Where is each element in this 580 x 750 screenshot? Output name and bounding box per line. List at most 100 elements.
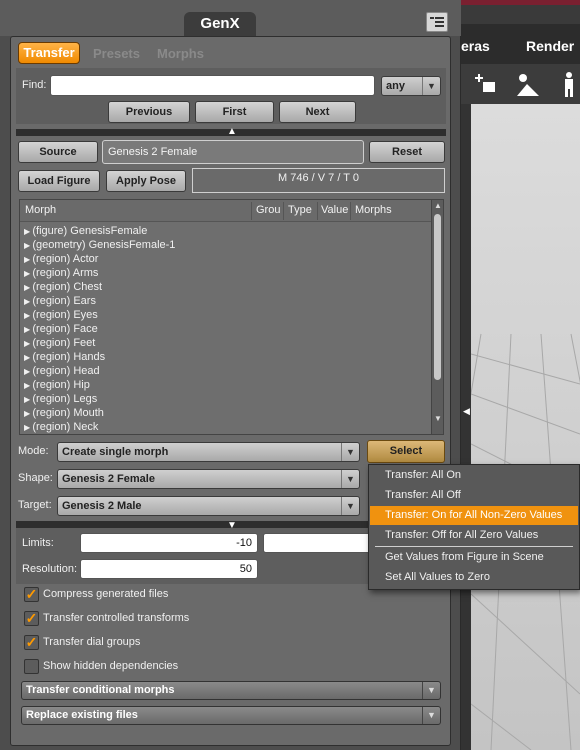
column-separator[interactable] [251, 202, 252, 220]
row-label: (region) Actor [32, 253, 99, 265]
panel-options-button[interactable] [426, 12, 448, 32]
scroll-down-icon[interactable]: ▼ [434, 414, 442, 423]
menu-item[interactable]: Transfer: Off for All Zero Values [370, 526, 578, 545]
shape-label: Shape: [18, 472, 53, 484]
menu-item[interactable]: Transfer: All Off [370, 486, 578, 505]
target-value: Genesis 2 Male [62, 500, 142, 512]
checkbox[interactable]: ✓ [24, 611, 39, 626]
viewport-toolbar [461, 64, 580, 104]
checkbox-label[interactable]: Show hidden dependencies [43, 660, 178, 672]
table-row[interactable]: ▶ (region) Legs [24, 392, 97, 406]
table-row[interactable]: ▶ (figure) GenesisFemale [24, 224, 147, 238]
scroll-thumb[interactable] [434, 214, 441, 380]
resolution-label: Resolution: [22, 563, 78, 575]
limits-max-input[interactable] [263, 533, 383, 553]
first-button[interactable]: First [195, 101, 274, 123]
column-morph[interactable]: Morph [25, 204, 56, 216]
checkbox-label[interactable]: Compress generated files [43, 588, 168, 600]
table-row[interactable]: ▶ (region) Arms [24, 266, 98, 280]
node-add-icon[interactable] [473, 70, 501, 98]
table-scrollbar[interactable]: ▲ ▼ [431, 200, 443, 434]
checkbox-label[interactable]: Transfer controlled transforms [43, 612, 189, 624]
row-label: (figure) GenesisFemale [32, 225, 148, 237]
resolution-input[interactable]: 50 [80, 559, 258, 579]
collapse-up-icon: ▲ [227, 126, 237, 137]
find-input[interactable] [50, 75, 375, 96]
menu-lines-icon [430, 17, 444, 27]
reset-button[interactable]: Reset [369, 141, 445, 163]
mode-dropdown[interactable]: Create single morph ▼ [57, 442, 360, 462]
mode-label: Mode: [18, 445, 49, 457]
tab-transfer[interactable]: Transfer [18, 42, 80, 64]
row-label: (region) Arms [32, 267, 99, 279]
column-separator[interactable] [317, 202, 318, 220]
target-dropdown[interactable]: Genesis 2 Male ▼ [57, 496, 360, 516]
row-label: (region) Chest [32, 281, 103, 293]
limits-min-input[interactable]: -10 [80, 533, 258, 553]
figure-icon[interactable] [555, 70, 580, 98]
check-mark-icon: ✓ [25, 586, 38, 602]
table-row[interactable]: ▶ (region) Feet [24, 336, 95, 350]
tab-render[interactable]: Render [526, 38, 574, 54]
scroll-up-icon[interactable]: ▲ [434, 201, 442, 210]
source-figure-field: Genesis 2 Female [102, 140, 364, 164]
table-row[interactable]: ▶ (region) Face [24, 322, 98, 336]
splitter-top[interactable]: ▲ [16, 126, 446, 137]
shape-dropdown[interactable]: Genesis 2 Female ▼ [57, 469, 360, 489]
row-label: (region) Face [32, 323, 98, 335]
viewport-top-bar [461, 0, 580, 5]
column-separator[interactable] [350, 202, 351, 220]
next-button[interactable]: Next [279, 101, 356, 123]
menu-item[interactable]: Transfer: All On [370, 466, 578, 485]
row-label: (geometry) GenesisFemale-1 [32, 239, 176, 251]
panel-title-tab[interactable]: GenX [184, 12, 256, 36]
row-label: (region) Ears [32, 295, 96, 307]
panel-collapse-icon[interactable]: ◀ [463, 406, 470, 417]
morph-table[interactable]: Morph Grou Type Value Morphs ▶ (figure) … [19, 199, 444, 435]
column-group[interactable]: Grou [256, 204, 280, 216]
chevron-down-icon: ▼ [341, 443, 359, 461]
load-figure-button[interactable]: Load Figure [18, 170, 100, 192]
table-row[interactable]: ▶ (region) Eyes [24, 308, 98, 322]
table-row[interactable]: ▶ (region) Neck [24, 420, 98, 434]
table-row[interactable]: ▶ (region) Head [24, 364, 100, 378]
row-label: (region) Hip [32, 379, 90, 391]
viewport-side-strip [461, 104, 471, 750]
table-row[interactable]: ▶ (region) Mouth [24, 406, 104, 420]
existing-files-value: Replace existing files [26, 709, 138, 721]
column-type[interactable]: Type [288, 204, 312, 216]
row-label: (region) Head [32, 365, 100, 377]
column-morphs[interactable]: Morphs [355, 204, 392, 216]
checkbox-label[interactable]: Transfer dial groups [43, 636, 140, 648]
conditional-morphs-dropdown[interactable]: Transfer conditional morphs ▼ [21, 681, 441, 700]
chevron-down-icon: ▼ [341, 470, 359, 488]
find-filter-dropdown[interactable]: any ▼ [381, 76, 441, 96]
viewport-3d-scene[interactable] [471, 104, 580, 750]
checkbox[interactable]: ✓ [24, 635, 39, 650]
table-row[interactable]: ▶ (region) Ears [24, 294, 96, 308]
tab-morphs[interactable]: Morphs [157, 46, 204, 61]
previous-button[interactable]: Previous [108, 101, 190, 123]
apply-pose-button[interactable]: Apply Pose [106, 170, 186, 192]
table-row[interactable]: ▶ (geometry) GenesisFemale-1 [24, 238, 175, 252]
table-row[interactable]: ▶ (region) Actor [24, 252, 98, 266]
tab-cameras[interactable]: eras [461, 38, 490, 54]
checkbox[interactable]: ✓ [24, 587, 39, 602]
column-separator[interactable] [283, 202, 284, 220]
table-row[interactable]: ▶ (region) Chest [24, 280, 102, 294]
menu-item[interactable]: Get Values from Figure in Scene [370, 548, 578, 567]
chevron-down-icon: ▼ [422, 707, 440, 724]
row-label: (region) Neck [32, 421, 99, 433]
menu-item[interactable]: Set All Values to Zero [370, 568, 578, 587]
source-button[interactable]: Source [18, 141, 98, 163]
mesh-stats-readout: M 746 / V 7 / T 0 [192, 168, 445, 193]
tab-presets[interactable]: Presets [93, 46, 140, 61]
select-button[interactable]: Select [367, 440, 445, 463]
scene-light-icon[interactable] [513, 70, 541, 98]
column-value[interactable]: Value [321, 204, 348, 216]
table-row[interactable]: ▶ (region) Hip [24, 378, 90, 392]
menu-item[interactable]: Transfer: On for All Non-Zero Values [370, 506, 578, 525]
table-row[interactable]: ▶ (region) Hands [24, 350, 105, 364]
checkbox[interactable] [24, 659, 39, 674]
existing-files-dropdown[interactable]: Replace existing files ▼ [21, 706, 441, 725]
